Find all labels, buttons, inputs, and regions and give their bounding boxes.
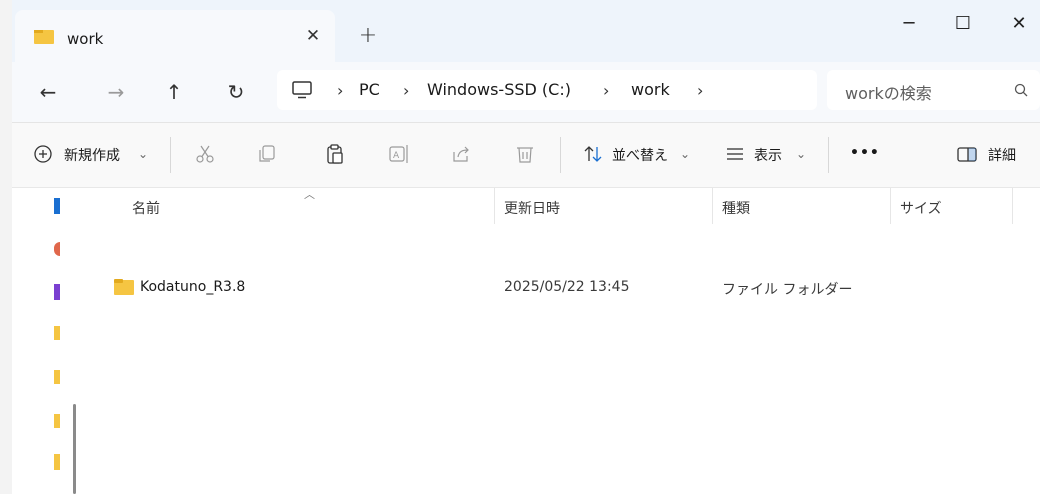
cut-icon[interactable] <box>194 143 216 165</box>
column-header-name[interactable]: 名前 <box>132 198 160 218</box>
chevron-down-icon: ⌄ <box>138 147 149 161</box>
view-icon <box>727 148 743 160</box>
column-divider[interactable] <box>1012 188 1013 224</box>
pc-icon <box>292 81 312 99</box>
paste-icon[interactable] <box>324 143 346 165</box>
divider <box>560 137 561 173</box>
search-input[interactable]: workの検索 <box>845 80 932 104</box>
column-divider[interactable] <box>494 188 495 224</box>
nav-pane-item-icon[interactable] <box>54 326 60 340</box>
breadcrumb-separator: › <box>337 81 344 100</box>
rename-icon[interactable]: A <box>388 143 410 165</box>
breadcrumb-drive[interactable]: Windows-SSD (C:) <box>427 80 571 99</box>
file-modified: 2025/05/22 13:45 <box>504 279 630 295</box>
command-bar: 新規作成 ⌄ A 並べ替え ⌄ 表示 ⌄ ••• 詳細 <box>12 122 1040 188</box>
column-header-modified[interactable]: 更新日時 <box>504 198 560 218</box>
breadcrumb-work[interactable]: work <box>631 80 670 99</box>
file-list: ︿ 名前 更新日時 種類 サイズ Kodatuno_R3.8 2025/05/2… <box>92 188 1040 494</box>
up-button[interactable]: ↑ <box>158 76 190 108</box>
delete-icon[interactable] <box>514 143 536 165</box>
folder-icon <box>114 279 134 295</box>
tab-label: work <box>67 30 104 48</box>
column-divider[interactable] <box>890 188 891 224</box>
column-divider[interactable] <box>712 188 713 224</box>
details-button[interactable]: 詳細 <box>988 145 1016 165</box>
tab-close-icon[interactable]: ✕ <box>301 24 325 48</box>
navigation-bar: ← → ↑ ↻ › PC › Windows-SSD (C:) › work ›… <box>12 62 1040 122</box>
more-options-button[interactable]: ••• <box>850 145 880 161</box>
details-pane-icon <box>957 147 977 162</box>
divider <box>828 137 829 173</box>
nav-pane-item-icon[interactable] <box>54 284 60 300</box>
plus-circle-icon <box>34 145 52 163</box>
nav-pane-item-icon[interactable] <box>54 414 60 428</box>
column-header-size[interactable]: サイズ <box>900 198 942 218</box>
close-button[interactable]: ✕ <box>996 6 1040 42</box>
back-button[interactable]: ← <box>32 76 64 108</box>
file-type: ファイル フォルダー <box>722 282 853 298</box>
breadcrumb-separator: › <box>697 81 704 100</box>
nav-pane-scrollbar[interactable] <box>73 404 76 494</box>
search-icon[interactable] <box>1013 82 1029 98</box>
breadcrumb-pc[interactable]: PC <box>359 80 380 99</box>
search-box[interactable]: workの検索 <box>827 70 1040 110</box>
minimize-button[interactable]: ─ <box>886 6 932 42</box>
nav-pane-item-icon[interactable] <box>54 370 60 384</box>
file-name[interactable]: Kodatuno_R3.8 <box>140 279 245 295</box>
chevron-down-icon: ⌄ <box>680 147 691 161</box>
sort-icon <box>584 146 602 162</box>
breadcrumb-separator: › <box>603 81 610 100</box>
refresh-button[interactable]: ↻ <box>220 76 252 108</box>
sort-button[interactable]: 並べ替え <box>612 145 668 165</box>
sort-caret-icon: ︿ <box>304 188 315 201</box>
column-header-type[interactable]: 種類 <box>722 198 750 218</box>
maximize-button[interactable]: ☐ <box>940 6 986 42</box>
svg-text:A: A <box>393 151 400 161</box>
forward-button[interactable]: → <box>100 76 132 108</box>
nav-pane-item-icon[interactable] <box>54 454 60 470</box>
view-button[interactable]: 表示 <box>754 145 782 165</box>
new-tab-button[interactable]: + <box>356 24 380 48</box>
address-bar[interactable]: › PC › Windows-SSD (C:) › work › <box>277 70 817 110</box>
folder-icon <box>34 30 54 44</box>
share-icon[interactable] <box>450 143 472 165</box>
navigation-pane <box>12 188 92 494</box>
file-row[interactable]: Kodatuno_R3.8 2025/05/22 13:45 ファイル フォルダ… <box>92 274 1040 302</box>
chevron-down-icon: ⌄ <box>796 147 807 161</box>
new-button[interactable]: 新規作成 <box>64 145 120 165</box>
nav-pane-item-icon[interactable] <box>54 198 60 214</box>
divider <box>170 137 171 173</box>
window-left-edge <box>0 0 12 494</box>
copy-icon[interactable] <box>256 143 278 165</box>
breadcrumb-separator: › <box>403 81 410 100</box>
nav-pane-item-icon[interactable] <box>54 242 60 256</box>
tab-work[interactable]: work ✕ <box>15 10 335 64</box>
